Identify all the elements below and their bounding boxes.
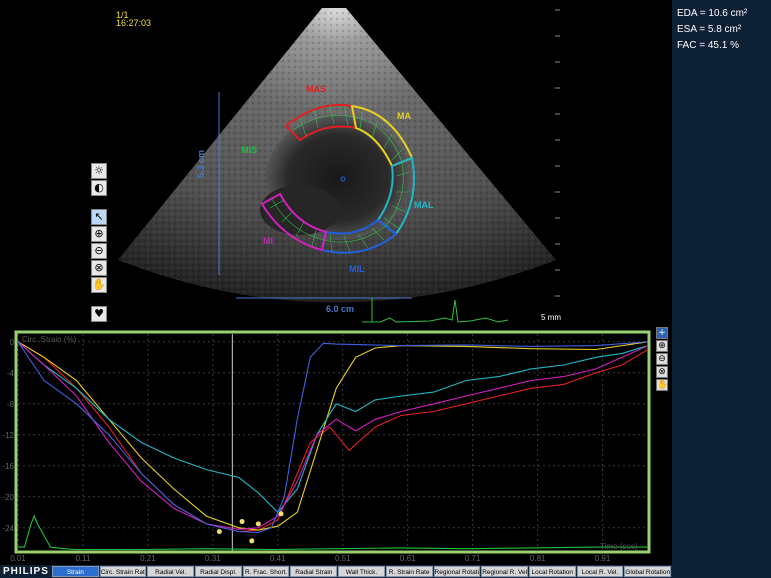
echo-image-view[interactable]: 1/1 16:27:03 MAS MA MIS MAL MI MIL 5.3 c…: [0, 0, 672, 325]
y-tick-label: -12: [2, 431, 14, 440]
peak-marker: [216, 529, 222, 535]
segment-label-mal: MAL: [414, 200, 434, 210]
y-axis-title: Circ. Strain (%): [22, 335, 77, 344]
zoom-reset-icon[interactable]: ⊗: [91, 260, 107, 276]
peak-marker: [278, 511, 284, 517]
tab-r-strain-rate[interactable]: R. Strain Rate: [385, 566, 433, 577]
pan-hand-icon[interactable]: ✋: [91, 277, 107, 293]
plot-frame: [14, 330, 651, 554]
x-tick-label: 0.11: [75, 554, 91, 563]
segment-label-mi: MI: [263, 236, 273, 246]
clock-time: 16:27:03: [116, 18, 152, 28]
tab-radial-displ[interactable]: Radial Displ.: [195, 566, 242, 577]
peak-marker: [255, 521, 261, 527]
vertical-dimension-label: 5.3 cm: [196, 149, 206, 178]
graph-zoom-out-icon[interactable]: ⊖: [656, 353, 668, 365]
depth-label: 5 mm: [541, 313, 561, 322]
graph-zoom-in-icon[interactable]: ⊕: [656, 340, 668, 352]
y-tick-label: -24: [2, 524, 14, 533]
tab-strain[interactable]: Strain: [52, 566, 99, 577]
philips-logo: PHILIPS: [0, 565, 52, 578]
zoom-out-icon[interactable]: ⊖: [91, 243, 107, 259]
segment-label-mil: MIL: [349, 264, 365, 274]
peak-marker: [249, 538, 255, 544]
measurement-panel: EDA = 10.6 cm² ESA = 5.8 cm² FAC = 45.1 …: [672, 0, 771, 578]
esa-measurement: ESA = 5.8 cm²: [677, 24, 742, 35]
eda-measurement: EDA = 10.6 cm²: [677, 8, 748, 19]
zoom-in-icon[interactable]: ⊕: [91, 226, 107, 242]
strain-series-line: [17, 341, 649, 533]
tab-r-frac-short[interactable]: R. Frac. Short.: [242, 566, 290, 577]
add-icon[interactable]: +: [656, 327, 668, 339]
cardiac-icon[interactable]: ♥: [91, 306, 107, 322]
tab-radial-strain[interactable]: Radial Strain: [290, 566, 338, 577]
strain-tab-bar: Strain Circ. Strain Rate Radial Vel. Radial…: [0, 565, 672, 578]
strain-series-line: [17, 341, 649, 530]
x-tick-label: 0.51: [335, 554, 351, 563]
strain-series-line: [17, 341, 649, 531]
x-tick-label: 0.61: [400, 554, 416, 563]
tab-wall-thick[interactable]: Wall Thick.: [338, 566, 385, 577]
tab-global-rotation[interactable]: Global Rotation: [624, 566, 671, 577]
strain-series-line: [17, 341, 649, 533]
segment-label-mas: MAS: [306, 84, 326, 94]
graph-pan-hand-icon[interactable]: ✋: [656, 379, 668, 391]
x-tick-label: 0.71: [465, 554, 481, 563]
strain-graph[interactable]: 0 -4 -8 -12 -16 -20 -24 0.01 0.11 0.21 0.31 0.41 0.5…: [0, 325, 672, 565]
tab-local-rotation[interactable]: Local Rotation: [528, 566, 576, 577]
contrast-icon[interactable]: ◐: [91, 180, 107, 196]
ecg-trace: [362, 299, 509, 323]
x-tick-label: 0.21: [140, 554, 156, 563]
y-tick-label: -20: [2, 493, 14, 502]
segment-label-ma: MA: [397, 111, 411, 121]
y-tick-label: -16: [2, 462, 14, 471]
tab-regional-r-vel[interactable]: Regional R. Vel.: [481, 566, 528, 577]
graph-zoom-reset-icon[interactable]: ⊗: [656, 366, 668, 378]
tab-regional-rotation[interactable]: Regional Rotation: [433, 566, 481, 577]
pointer-icon[interactable]: ↖: [91, 209, 107, 225]
x-tick-label: 0.41: [270, 554, 286, 563]
y-tick-label: -8: [7, 400, 15, 409]
x-tick-label: 0.91: [595, 554, 611, 563]
strain-chart: 0 -4 -8 -12 -16 -20 -24 0.01 0.11 0.21 0.31 0.41 0.5…: [2, 330, 651, 563]
horizontal-dimension-label: 6.0 cm: [326, 304, 355, 314]
y-tick-label: 0: [10, 338, 15, 347]
x-tick-label: 0.81: [530, 554, 546, 563]
x-tick-label: 0.31: [205, 554, 221, 563]
brightness-icon[interactable]: ☼: [91, 163, 107, 179]
segment-label-mis: MIS: [241, 145, 258, 155]
x-axis-title: Time (sec): [600, 542, 638, 551]
tab-local-r-vel[interactable]: Local R. Vel.: [576, 566, 624, 577]
depth-scale: [555, 9, 560, 297]
tab-radial-vel[interactable]: Radial Vel.: [147, 566, 195, 577]
fac-measurement: FAC = 45.1 %: [677, 40, 739, 51]
strain-series-line: [17, 341, 649, 514]
strain-series-line: [18, 514, 648, 551]
x-tick-label: 0.01: [10, 554, 26, 563]
y-tick-label: -4: [7, 369, 15, 378]
tab-circ-strain-rate[interactable]: Circ. Strain Rate: [99, 566, 147, 577]
peak-marker: [239, 519, 245, 525]
